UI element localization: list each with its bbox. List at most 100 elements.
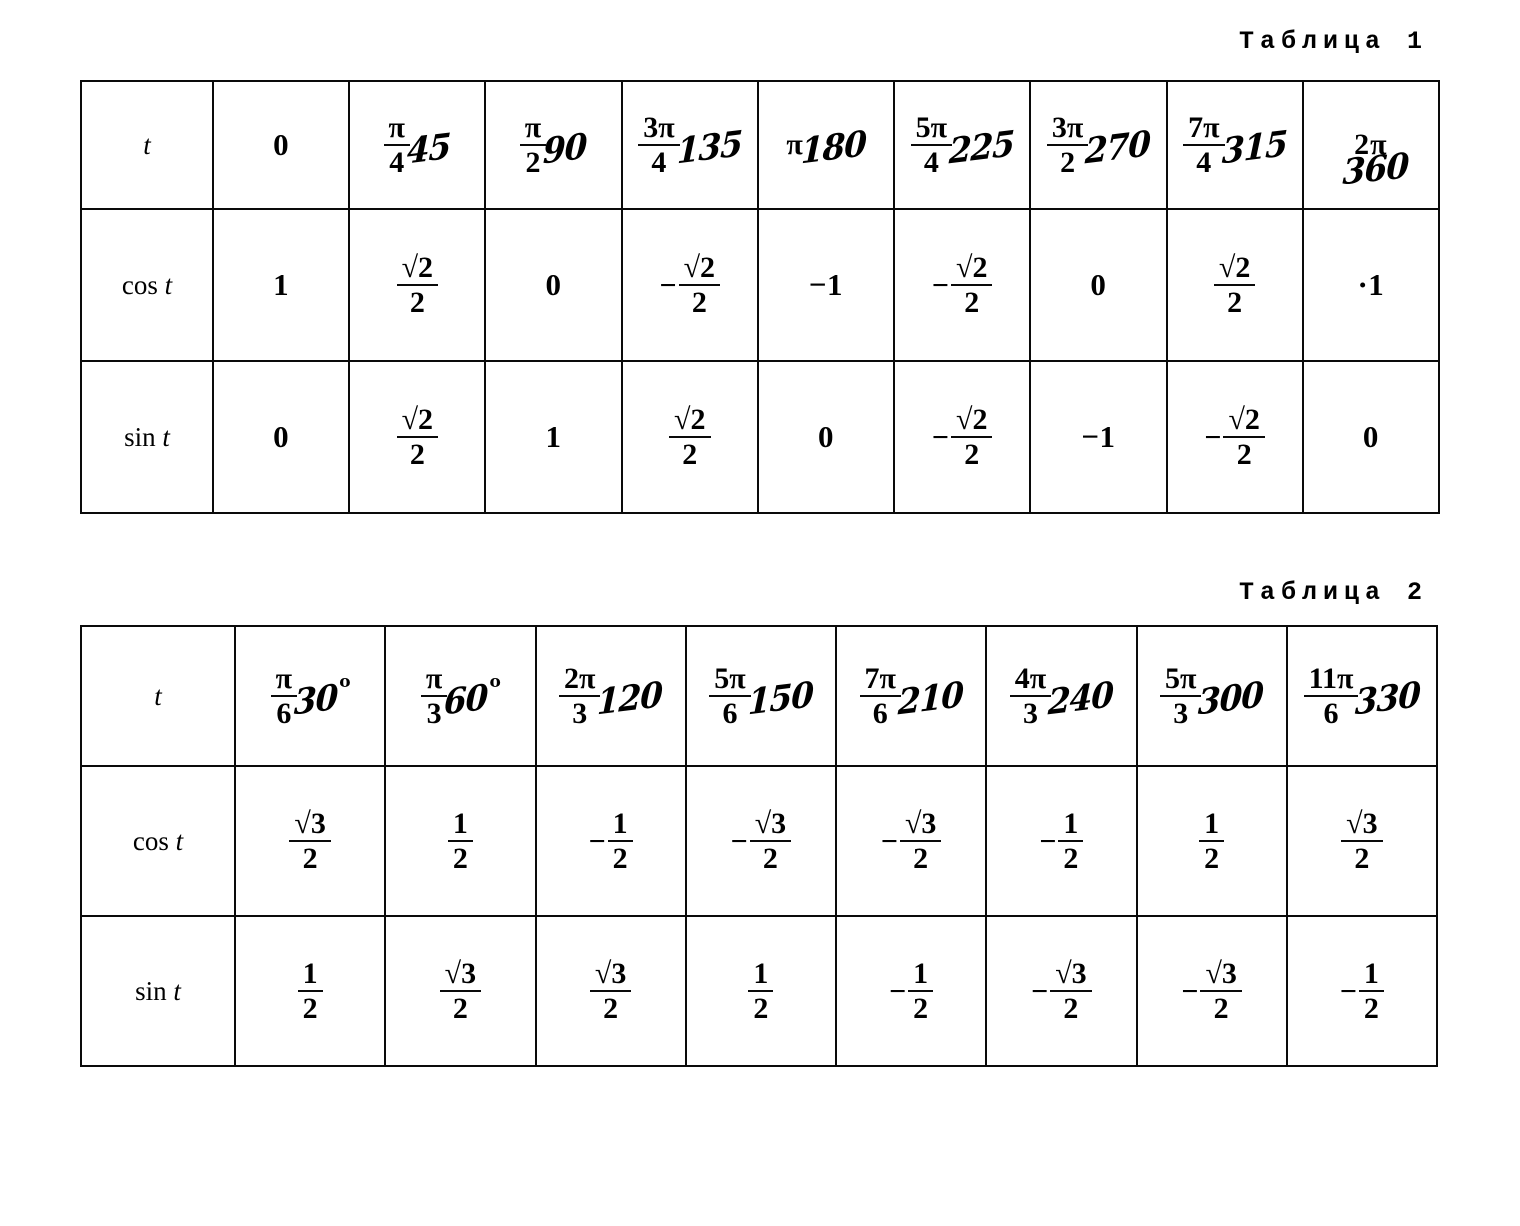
fraction-numerator: 3π (638, 112, 680, 146)
fraction: √3 2 (289, 808, 331, 874)
fraction: 5π 4 (910, 112, 953, 179)
table-cell-sin: 0 (1301, 360, 1440, 514)
cell-content: 12 (1138, 767, 1286, 915)
variable-t: t (173, 975, 181, 1006)
cell-content: 0 (1304, 362, 1438, 512)
fraction-numerator: √3 (749, 808, 792, 842)
cell-content: √3 2 (537, 917, 685, 1065)
fraction-denominator: 2 (1227, 286, 1243, 319)
fraction: 12 (297, 958, 323, 1024)
cell-content: − √2 2 (1168, 362, 1302, 512)
table-cell-cos: 0 (1029, 208, 1168, 362)
minus-sign: − (889, 975, 907, 1008)
cell-content: π 4 45 (350, 82, 484, 208)
table-header-cell-angle: π 4 45 (348, 80, 487, 210)
cell-content: −1 2 (537, 767, 685, 915)
scalar-value: 0 (817, 419, 834, 454)
cell-content: 5π 3 300 (1138, 627, 1286, 765)
fraction: 7π 6 (859, 663, 901, 730)
handwritten-degree-annotation: 330 (1354, 674, 1422, 724)
cell-content: π 3 60 o (386, 627, 534, 765)
function-name: cos (132, 825, 169, 856)
cell-content: 3π 4 135 (623, 82, 757, 208)
cell-content: 0 (214, 82, 348, 208)
table-header-cell-angle: 0 (211, 80, 351, 210)
variable-t: t (162, 421, 170, 452)
table-cell-cos: 1 (211, 208, 351, 362)
table-cell-sin: 0 (756, 360, 896, 514)
cell-content: 0 (1031, 210, 1165, 360)
cell-content: √3 2 (386, 917, 534, 1065)
table-header-cell-angle: 3π 4 135 (620, 80, 759, 210)
fraction-denominator: 2 (753, 992, 769, 1025)
minus-sign: − (1204, 421, 1222, 454)
minus-sign: − (659, 269, 677, 302)
fraction: 12 (1358, 958, 1384, 1024)
cell-content: 0 (759, 362, 893, 512)
table-header-cell-angle: 5π 3 300 (1135, 625, 1288, 767)
table-cell-sin: − √2 2 (1165, 360, 1304, 514)
handwritten-degree-annotation: 240 (1047, 674, 1114, 724)
minus-sign: − (730, 825, 748, 858)
fraction-denominator: 3 (1023, 697, 1039, 730)
fraction-denominator: 4 (923, 146, 939, 179)
handwritten-degree-annotation: 360 (1341, 145, 1409, 194)
fraction-numerator: √2 (396, 404, 439, 438)
fraction: 3π 2 (1046, 112, 1089, 178)
fraction-denominator: 4 (389, 146, 405, 179)
table-header-cell-angle: 5π 6 150 (684, 625, 838, 767)
document-page: Таблица 1 t 0 π 4 45 π 2 90 3π 4 135 π 180 5π 4 225 3π 2 2… (0, 0, 1520, 1226)
cell-content: √2 2 (350, 362, 484, 512)
fraction-denominator: 2 (964, 438, 980, 471)
table-header-cell-angle: π 6 30 o (233, 625, 387, 767)
fraction-numerator: √2 (951, 404, 993, 438)
fraction-denominator: 2 (612, 842, 628, 875)
cell-content: π 2 90 (486, 82, 620, 208)
table-header-cell-angle: 11π 6 330 (1285, 625, 1439, 767)
table-2-caption: Таблица 2 (1238, 578, 1428, 607)
minus-sign: − (931, 269, 950, 302)
table-cell-cos: √3 2 (233, 765, 387, 917)
table-row: cos t √3 2 1 2−1 2− √3 2− √3 2−1 2 1 2 √3 2 (80, 765, 1439, 917)
fraction-denominator: 2 (1236, 438, 1252, 471)
cell-content: −1 2 (837, 917, 985, 1065)
handwritten-degree-annotation: 60 (443, 677, 489, 724)
fraction-numerator: √3 (289, 808, 331, 842)
fraction-denominator: 2 (1354, 842, 1370, 875)
handwritten-degree-annotation: 120 (596, 674, 664, 724)
handwritten-degree-annotation: 180 (800, 123, 867, 173)
fraction-numerator: √3 (1050, 958, 1092, 992)
handwritten-degree-annotation: 45 (406, 126, 451, 173)
fraction-numerator: 1 (447, 808, 473, 842)
minus-sign: − (1181, 975, 1199, 1008)
table-cell-sin: −1 2 (834, 915, 988, 1067)
table-cell-cos: − √3 2 (834, 765, 988, 917)
fraction-denominator: 2 (452, 992, 468, 1025)
fraction: √3 2 (1341, 808, 1383, 875)
cell-content: −1 2 (987, 767, 1135, 915)
table-header-cell-angle: 4π 3 240 (985, 625, 1138, 767)
minus-sign: − (880, 825, 898, 858)
table-cell-cos: √2 2 (348, 208, 487, 362)
fraction-numerator: 1 (748, 958, 774, 992)
fraction-numerator: √2 (1213, 252, 1256, 286)
minus-sign: − (931, 421, 950, 454)
fraction-numerator: 1 (607, 808, 633, 842)
scalar-value: 0 (545, 267, 562, 302)
fraction-numerator: 5π (1160, 663, 1202, 697)
fraction-numerator: 4π (1009, 663, 1052, 697)
fraction-denominator: 2 (603, 992, 619, 1025)
fraction-numerator: √3 (1341, 808, 1383, 842)
fraction-denominator: 6 (872, 697, 888, 730)
fraction: 5π 3 (1160, 663, 1202, 729)
degree-symbol: o (489, 672, 501, 692)
fraction-denominator: 2 (913, 842, 929, 875)
table-header-cell-angle: π 2 90 (484, 80, 623, 210)
table-header-cell-angle: π 180 (756, 80, 896, 210)
table-cell-cos: 12 (1135, 765, 1288, 917)
handwritten-degree-annotation: 270 (1084, 123, 1151, 173)
table-cell-sin: 12 (233, 915, 387, 1067)
trig-table-1: t 0 π 4 45 π 2 90 3π 4 135 π 180 5π 4 225 3π 2 270 7π 4 315 2π… (80, 80, 1440, 514)
handwritten-degree-annotation: 300 (1197, 674, 1265, 724)
cell-content: √2 2 (1168, 210, 1302, 360)
